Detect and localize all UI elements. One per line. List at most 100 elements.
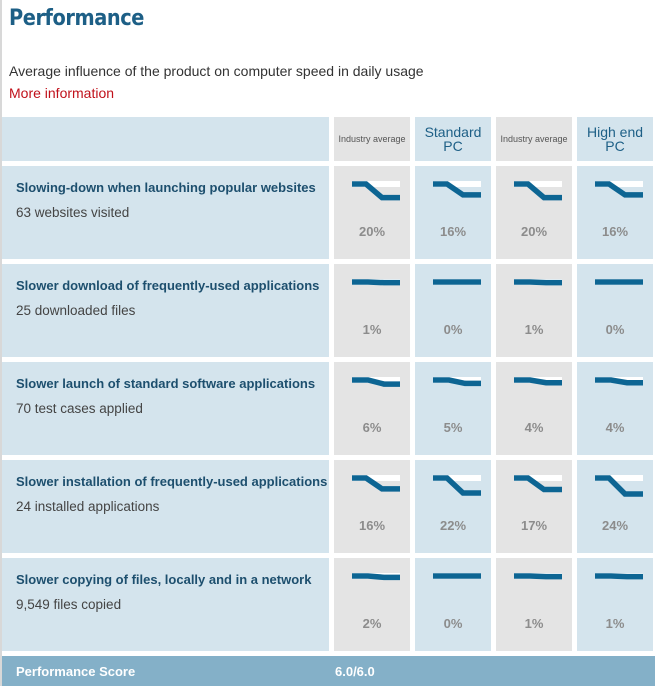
value-cell: 0%: [415, 264, 491, 357]
page-title: Performance: [9, 6, 144, 31]
slowdown-percent: 0%: [605, 322, 625, 337]
slowdown-percent: 20%: [358, 224, 386, 239]
slowdown-percent: 24%: [601, 518, 629, 533]
slowdown-percent: 1%: [524, 616, 544, 631]
value-cell: 0%: [415, 558, 491, 651]
slowdown-percent: 1%: [524, 322, 544, 337]
slowdown-percent: 2%: [362, 616, 382, 631]
value-cell: 16%: [415, 166, 491, 259]
value-cell: 1%: [496, 558, 572, 651]
performance-score-bar: Performance Score 6.0/6.0: [2, 656, 655, 686]
more-information-link[interactable]: More information: [9, 85, 114, 101]
slowdown-graph-icon: [352, 475, 400, 492]
row-label-cell: Slower copying of files, locally and in …: [2, 558, 329, 651]
value-cell: 1%: [577, 558, 653, 651]
score-label: Performance Score: [16, 663, 136, 679]
row-label-cell: Slower installation of frequently-used a…: [2, 460, 329, 553]
slowdown-graph-icon: [595, 573, 643, 580]
value-cell: 0%: [577, 264, 653, 357]
slowdown-percent: 1%: [362, 322, 382, 337]
score-value: 6.0/6.0: [335, 663, 375, 679]
value-cell: 20%: [496, 166, 572, 259]
slowdown-graph-icon: [514, 279, 562, 286]
slowdown-percent: 5%: [443, 420, 463, 435]
slowdown-graph-icon: [595, 279, 643, 285]
page-subtitle: Average influence of the product on comp…: [9, 63, 424, 79]
table-row: Slower download of frequently-used appli…: [2, 264, 655, 357]
slowdown-line: [595, 377, 643, 386]
value-cell: 20%: [334, 166, 410, 259]
slowdown-percent: 6%: [362, 420, 382, 435]
slowdown-graph-icon: [352, 573, 400, 581]
slowdown-graph-icon: [352, 279, 400, 286]
row-title: Slowing-down when launching popular webs…: [16, 180, 316, 195]
slowdown-percent: 20%: [520, 224, 548, 239]
slowdown-graph-icon: [433, 475, 481, 496]
header-industry-average-2: Industry average: [496, 117, 572, 161]
header-industry-average-1: Industry average: [334, 117, 410, 161]
slowdown-percent: 16%: [601, 224, 629, 239]
slowdown-graph-icon: [595, 377, 643, 386]
slowdown-graph-icon: [514, 475, 562, 493]
slowdown-line: [514, 279, 562, 286]
value-cell: 22%: [415, 460, 491, 553]
slowdown-percent: 0%: [443, 322, 463, 337]
value-cell: 17%: [496, 460, 572, 553]
table-header: Industry average Standard PC Industry av…: [2, 117, 655, 161]
row-detail: 24 installed applications: [16, 499, 160, 514]
row-detail: 70 test cases applied: [16, 401, 143, 416]
header-standard-pc: Standard PC: [415, 117, 491, 161]
value-cell: 1%: [496, 264, 572, 357]
value-cell: 4%: [577, 362, 653, 455]
slowdown-percent: 4%: [605, 420, 625, 435]
value-cell: 5%: [415, 362, 491, 455]
slowdown-percent: 1%: [605, 616, 625, 631]
slowdown-line: [595, 573, 643, 580]
row-title: Slower launch of standard software appli…: [16, 376, 316, 391]
table-row: Slower copying of files, locally and in …: [2, 558, 655, 651]
header-label-cell: [2, 117, 329, 161]
row-title: Slower installation of frequently-used a…: [16, 474, 328, 489]
slowdown-graph-icon: [433, 279, 481, 285]
slowdown-percent: 16%: [358, 518, 386, 533]
table-row: Slowing-down when launching popular webs…: [2, 166, 655, 259]
slowdown-graph-icon: [514, 573, 562, 580]
table-row: Slower launch of standard software appli…: [2, 362, 655, 455]
row-detail: 9,549 files copied: [16, 597, 122, 612]
slowdown-graph-icon: [514, 377, 562, 386]
value-cell: 6%: [334, 362, 410, 455]
row-detail: 63 websites visited: [16, 205, 130, 220]
row-label-cell: Slowing-down when launching popular webs…: [2, 166, 329, 259]
slowdown-percent: 16%: [439, 224, 467, 239]
slowdown-line: [514, 377, 562, 386]
row-title: Slower download of frequently-used appli…: [16, 278, 320, 293]
slowdown-graph-icon: [433, 377, 481, 387]
slowdown-graph-icon: [514, 181, 562, 201]
slowdown-line: [352, 573, 400, 581]
slowdown-graph-icon: [595, 181, 643, 198]
slowdown-percent: 22%: [439, 518, 467, 533]
value-cell: 4%: [496, 362, 572, 455]
value-cell: 2%: [334, 558, 410, 651]
slowdown-percent: 0%: [443, 616, 463, 631]
slowdown-percent: 4%: [524, 420, 544, 435]
slowdown-graph-icon: [352, 181, 400, 201]
value-cell: 1%: [334, 264, 410, 357]
row-label-cell: Slower download of frequently-used appli…: [2, 264, 329, 357]
row-detail: 25 downloaded files: [16, 303, 136, 318]
slowdown-line: [514, 573, 562, 580]
header-high-end-pc: High end PC: [577, 117, 653, 161]
table-row: Slower installation of frequently-used a…: [2, 460, 655, 553]
value-cell: 16%: [577, 166, 653, 259]
row-label-cell: Slower launch of standard software appli…: [2, 362, 329, 455]
value-cell: 24%: [577, 460, 653, 553]
slowdown-graph-icon: [352, 377, 400, 387]
slowdown-graph-icon: [433, 573, 481, 579]
value-cell: 16%: [334, 460, 410, 553]
slowdown-graph-icon: [433, 181, 481, 198]
slowdown-line: [352, 279, 400, 286]
slowdown-percent: 17%: [520, 518, 548, 533]
performance-table: Industry average Standard PC Industry av…: [2, 117, 655, 686]
row-title: Slower copying of files, locally and in …: [16, 572, 312, 587]
slowdown-graph-icon: [595, 475, 643, 497]
